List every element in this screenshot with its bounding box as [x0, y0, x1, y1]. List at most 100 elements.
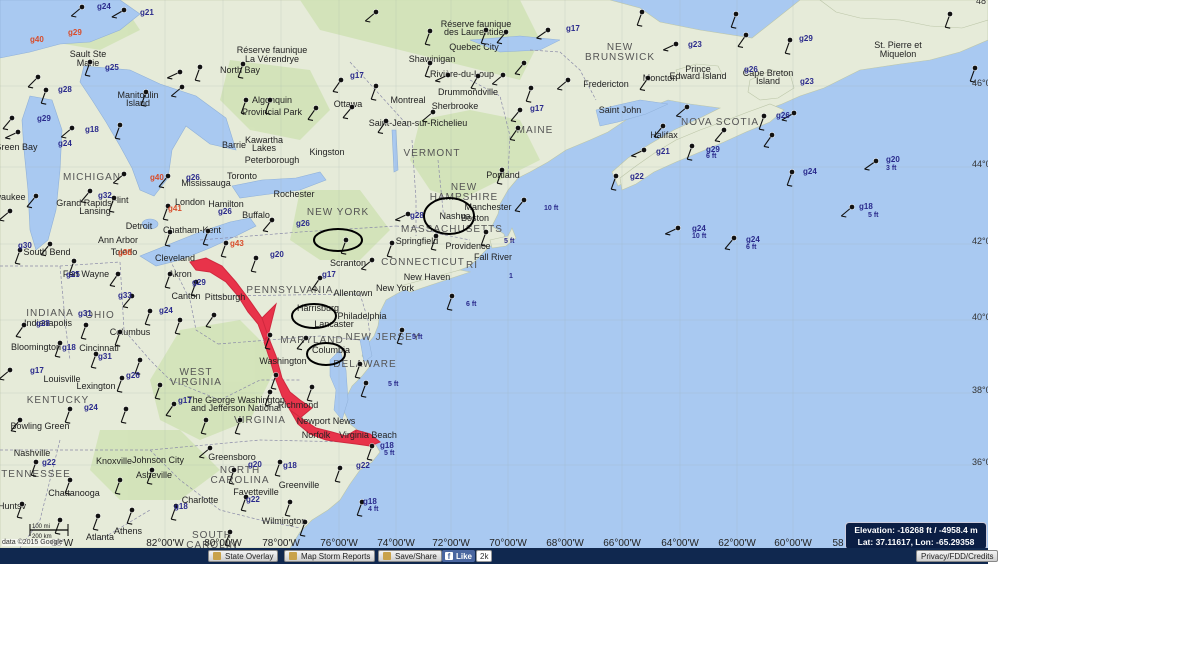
weather-map[interactable]: NEW BRUNSWICK NOVA SCOTIA MAINE VERMONT NEW HA… — [0, 0, 988, 548]
latitude-label: 42°0' — [972, 236, 988, 246]
station-dot — [373, 9, 379, 15]
latitude-label: 36°0' — [972, 457, 988, 467]
place-label: La Vérendrye — [245, 54, 299, 64]
station-dot — [449, 293, 455, 299]
station-dot — [613, 173, 619, 179]
gust-label: g20 — [270, 250, 284, 259]
gust-label: g20 — [886, 155, 900, 164]
station-dot — [269, 217, 275, 223]
place-label: Peterborough — [245, 155, 300, 165]
station-dot — [769, 132, 775, 138]
facebook-like-button[interactable]: f Like — [442, 550, 476, 562]
station-dot — [43, 87, 49, 93]
gust-label: g24 — [692, 224, 706, 233]
longitude-labels: 80°00'W 78°00'W 76°00'W 74°00'W 72°00'W 70°00… — [51, 538, 844, 548]
station-dot — [789, 169, 795, 175]
gust-label: g23 — [800, 77, 814, 86]
red-gust-label: g40 — [150, 173, 164, 182]
station-dot — [515, 125, 521, 131]
station-dot — [240, 61, 246, 67]
red-gust-label: g40 — [30, 35, 44, 44]
station-dot — [129, 507, 135, 513]
region-label: CONNECTICUT — [381, 257, 465, 268]
region-label: CAROLINA — [210, 475, 269, 486]
region-label: BRUNSWICK — [585, 52, 655, 63]
station-dot — [117, 477, 123, 483]
station-dot — [243, 97, 249, 103]
station-dot — [83, 322, 89, 328]
gust-label: g26 — [776, 111, 790, 120]
station-dot — [57, 517, 63, 523]
wave-height-label: 3 ft — [886, 165, 897, 172]
wave-height-label: 1 — [509, 273, 513, 280]
wave-height-label: 5 ft — [384, 450, 395, 457]
station-dot — [433, 233, 439, 239]
storm-reports-icon — [289, 552, 297, 560]
place-label: Greenville — [279, 480, 320, 490]
station-dot — [35, 74, 41, 80]
state-overlay-label: State Overlay — [225, 551, 274, 561]
place-label: Island — [126, 98, 150, 108]
station-dot — [343, 237, 349, 243]
station-dot — [87, 188, 93, 194]
station-dot — [69, 125, 75, 131]
place-label: New York — [376, 283, 415, 293]
gust-label: g18 — [380, 441, 394, 450]
place-label: Wilmington — [262, 516, 307, 526]
station-dot — [237, 417, 243, 423]
region-label: VIRGINIA — [170, 377, 222, 388]
place-label: Lexington — [76, 381, 115, 391]
place-label: Saint-Jean-sur-Richelieu — [369, 118, 468, 128]
station-dot — [689, 143, 695, 149]
overlay-icon — [213, 552, 221, 560]
place-label: Knoxville — [96, 456, 132, 466]
map-canvas[interactable]: NEWBRUNSWICKNOVA SCOTIAMAINEVERMONTNEWHA… — [0, 0, 988, 548]
station-dot — [373, 83, 379, 89]
place-label: Ottawa — [334, 99, 363, 109]
gust-label: g22 — [42, 458, 56, 467]
longitude-label: 78°00'W — [262, 538, 300, 548]
latitude-label: 40°0' — [972, 312, 988, 322]
wave-height-label: 4 ft — [368, 506, 379, 513]
gust-label: g24 — [97, 2, 111, 11]
wave-height-label: 5 ft — [504, 238, 515, 245]
station-dot — [399, 327, 405, 333]
gust-label: g18 — [85, 125, 99, 134]
save-share-label: Save/Share — [395, 551, 437, 561]
gust-label: g22 — [630, 172, 644, 181]
gust-label: g18 — [283, 461, 297, 470]
gust-label: g31 — [98, 352, 112, 361]
map-storm-reports-button[interactable]: Map Storm Reports — [284, 550, 376, 562]
place-label: Chattanooga — [48, 488, 100, 498]
station-dot — [675, 225, 681, 231]
station-dot — [267, 389, 273, 395]
state-overlay-button[interactable]: State Overlay — [208, 550, 279, 562]
place-label: Quebec City — [449, 42, 499, 52]
latlon-text: Lat: 37.11617, Lon: -65.29358 — [857, 537, 975, 547]
place-label: Island — [756, 76, 780, 86]
latitude-label: 44°0' — [972, 159, 988, 169]
longitude-label: 72°00'W — [432, 538, 470, 548]
privacy-credits-button[interactable]: Privacy/FDD/Credits — [916, 550, 999, 562]
longitude-label: 74°00'W — [377, 538, 415, 548]
station-dot — [972, 65, 978, 71]
place-label: Bloomington — [11, 342, 61, 352]
gust-label: g26 — [744, 65, 758, 74]
place-label: Scranton — [330, 258, 366, 268]
station-dot — [137, 357, 143, 363]
station-dot — [475, 73, 481, 79]
save-share-button[interactable]: Save/Share — [378, 550, 442, 562]
station-dot — [157, 382, 163, 388]
station-dot — [369, 443, 375, 449]
gust-label: g23 — [688, 40, 702, 49]
station-dot — [369, 257, 375, 263]
station-dot — [673, 41, 679, 47]
station-dot — [121, 7, 127, 13]
station-dot — [143, 89, 149, 95]
station-dot — [267, 332, 273, 338]
region-label: MICHIGAN — [63, 172, 121, 183]
gust-label: g26 — [296, 219, 310, 228]
gust-label: g24 — [746, 235, 760, 244]
station-dot — [177, 69, 183, 75]
station-dot — [273, 372, 279, 378]
